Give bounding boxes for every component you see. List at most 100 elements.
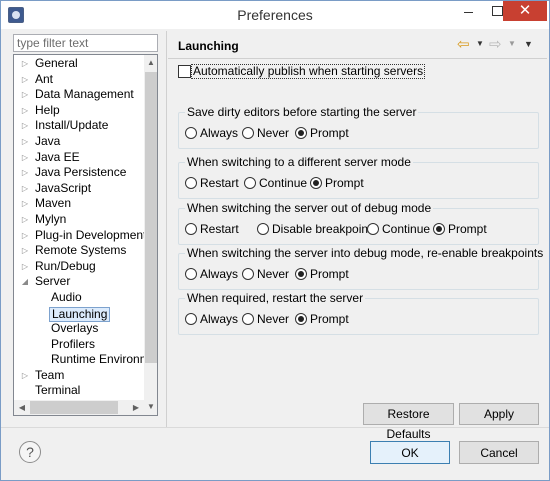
tree-item-label[interactable]: Runtime Environments xyxy=(51,352,157,368)
tree-item-label[interactable]: Remote Systems xyxy=(35,243,126,259)
tree-item[interactable]: Profilers xyxy=(14,337,143,353)
apply-button[interactable]: Apply xyxy=(459,403,539,425)
tree-item-label[interactable]: Run/Debug xyxy=(35,259,96,275)
tree-item[interactable]: Overlays xyxy=(14,321,143,337)
radio-button[interactable] xyxy=(242,268,254,280)
tree-item[interactable]: ▷ Plug-in Development xyxy=(14,228,146,244)
radio-label[interactable]: Always xyxy=(200,267,238,281)
radio-label[interactable]: Continue xyxy=(259,176,307,190)
collapsed-arrow-icon[interactable]: ▷ xyxy=(20,56,30,72)
close-button[interactable]: ✕ xyxy=(503,1,547,21)
back-arrow-icon[interactable]: ⇦ xyxy=(457,35,470,53)
ok-button[interactable]: OK xyxy=(370,441,450,464)
collapsed-arrow-icon[interactable]: ▷ xyxy=(20,72,30,88)
tree-item-label[interactable]: Java Persistence xyxy=(35,165,126,181)
radio-label[interactable]: Prompt xyxy=(448,222,487,236)
collapsed-arrow-icon[interactable]: ▷ xyxy=(20,103,30,119)
radio-label[interactable]: Prompt xyxy=(310,312,349,326)
tree-item[interactable]: ▷ JavaScript xyxy=(14,181,143,197)
tree-item[interactable]: Runtime Environments xyxy=(14,352,157,368)
radio-label[interactable]: Restart xyxy=(200,176,239,190)
radio-button[interactable] xyxy=(433,223,445,235)
expanded-arrow-icon[interactable]: ◢ xyxy=(20,274,30,290)
tree-item-label[interactable]: Terminal xyxy=(35,383,80,399)
radio-button[interactable] xyxy=(310,177,322,189)
tree-item-label[interactable]: Mylyn xyxy=(35,212,66,228)
tree-item-label[interactable]: Maven xyxy=(35,196,71,212)
help-icon[interactable]: ? xyxy=(19,441,41,463)
tree-item[interactable]: ▷ Ant xyxy=(14,72,143,88)
tree-item[interactable]: Audio xyxy=(14,290,143,306)
checkbox-box[interactable] xyxy=(178,65,191,78)
scroll-down-icon[interactable]: ▼ xyxy=(144,399,157,415)
radio-button[interactable] xyxy=(295,127,307,139)
tree-item-label[interactable]: Java EE xyxy=(35,150,80,166)
tree-item-label[interactable]: Data Management xyxy=(35,87,134,103)
restore-defaults-button[interactable]: Restore Defaults xyxy=(363,403,454,441)
filter-input[interactable] xyxy=(13,34,158,52)
radio-button[interactable] xyxy=(242,313,254,325)
tree-item-label[interactable]: Launching xyxy=(49,306,111,322)
tree-horizontal-scrollbar[interactable]: ◀ ▶ xyxy=(14,400,144,415)
collapsed-arrow-icon[interactable]: ▷ xyxy=(20,228,30,244)
forward-arrow-icon[interactable]: ⇨ xyxy=(489,35,502,53)
collapsed-arrow-icon[interactable]: ▷ xyxy=(20,259,30,275)
view-menu-icon[interactable]: ▼ xyxy=(524,39,533,49)
tree-item[interactable]: ▷ General xyxy=(14,56,143,72)
scroll-up-icon[interactable]: ▲ xyxy=(144,55,157,71)
radio-label[interactable]: Prompt xyxy=(310,126,349,140)
radio-label[interactable]: Always xyxy=(200,126,238,140)
radio-button[interactable] xyxy=(244,177,256,189)
tree-item[interactable]: ▷ Remote Systems xyxy=(14,243,143,259)
tree-item-label[interactable]: JavaScript xyxy=(35,181,91,197)
radio-label[interactable]: Never xyxy=(257,126,289,140)
collapsed-arrow-icon[interactable]: ▷ xyxy=(20,87,30,103)
tree-item[interactable]: Launching xyxy=(14,306,143,322)
tree-item-label[interactable]: Ant xyxy=(35,72,53,88)
radio-button[interactable] xyxy=(242,127,254,139)
radio-button[interactable] xyxy=(185,313,197,325)
radio-button[interactable] xyxy=(295,313,307,325)
tree-item-label[interactable]: Server xyxy=(35,274,70,290)
tree-item-label[interactable]: General xyxy=(35,56,78,72)
minimize-button[interactable] xyxy=(453,1,483,21)
collapsed-arrow-icon[interactable]: ▷ xyxy=(20,212,30,228)
tree-item-label[interactable]: Profilers xyxy=(51,337,95,353)
radio-label[interactable]: Never xyxy=(257,312,289,326)
panel-divider[interactable] xyxy=(166,31,167,427)
tree-item[interactable]: ▷ Java Persistence xyxy=(14,165,143,181)
tree-item[interactable]: ▷ Help xyxy=(14,103,143,119)
tree-item-label[interactable]: Audio xyxy=(51,290,82,306)
tree-item-label[interactable]: Install/Update xyxy=(35,118,108,134)
scroll-thumb[interactable] xyxy=(145,72,157,363)
radio-label[interactable]: Continue xyxy=(382,222,430,236)
tree-vertical-scrollbar[interactable]: ▲ ▼ xyxy=(144,55,157,415)
radio-button[interactable] xyxy=(185,127,197,139)
tree-item-label[interactable]: Help xyxy=(35,103,60,119)
auto-publish-label[interactable]: Automatically publish when starting serv… xyxy=(191,64,426,79)
tree-item[interactable]: ▷ Team xyxy=(14,368,143,384)
tree-item[interactable]: ▷ Maven xyxy=(14,196,143,212)
tree-item[interactable]: ◢ Server xyxy=(14,274,143,290)
back-history-chevron-icon[interactable]: ▼ xyxy=(476,39,484,48)
radio-button[interactable] xyxy=(295,268,307,280)
collapsed-arrow-icon[interactable]: ▷ xyxy=(20,150,30,166)
radio-button[interactable] xyxy=(185,177,197,189)
radio-button[interactable] xyxy=(185,223,197,235)
collapsed-arrow-icon[interactable]: ▷ xyxy=(20,134,30,150)
tree-item[interactable]: ▷ Java EE xyxy=(14,150,143,166)
radio-label[interactable]: Always xyxy=(200,312,238,326)
cancel-button[interactable]: Cancel xyxy=(459,441,539,464)
collapsed-arrow-icon[interactable]: ▷ xyxy=(20,196,30,212)
radio-label[interactable]: Restart xyxy=(200,222,239,236)
forward-history-chevron-icon[interactable]: ▼ xyxy=(508,39,516,48)
radio-label[interactable]: Disable breakpoints xyxy=(272,222,377,236)
collapsed-arrow-icon[interactable]: ▷ xyxy=(20,368,30,384)
collapsed-arrow-icon[interactable]: ▷ xyxy=(20,243,30,259)
tree-item[interactable]: ▷ Mylyn xyxy=(14,212,143,228)
tree-item-label[interactable]: Plug-in Development xyxy=(35,228,146,244)
tree-item[interactable]: ▷ Install/Update xyxy=(14,118,143,134)
radio-label[interactable]: Prompt xyxy=(325,176,364,190)
scroll-right-icon[interactable]: ▶ xyxy=(128,400,144,415)
scroll-left-icon[interactable]: ◀ xyxy=(14,400,30,415)
